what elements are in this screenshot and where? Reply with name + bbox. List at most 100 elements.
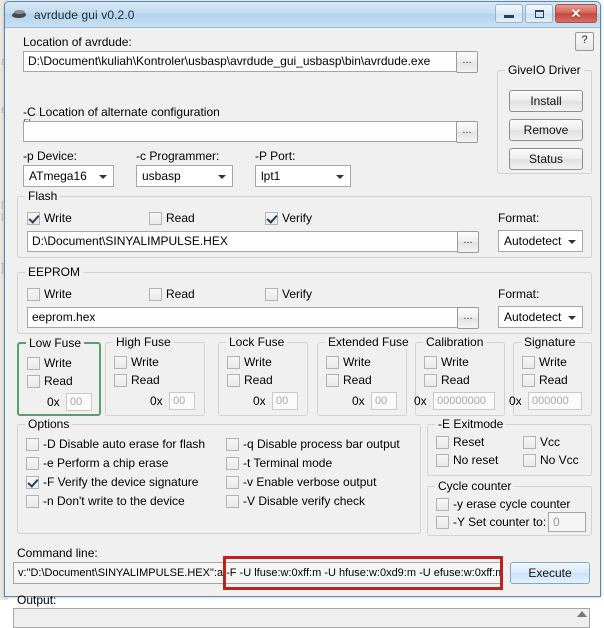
exitmode-no-vcc-label: No Vcc bbox=[540, 453, 579, 467]
checkbox-icon bbox=[27, 356, 40, 370]
fuse-read-checkbox[interactable]: Read bbox=[424, 373, 470, 387]
execute-button[interactable]: Execute bbox=[510, 562, 590, 584]
fuse-group-title: Extended Fuse bbox=[325, 335, 412, 349]
fuse-write-checkbox[interactable]: Write bbox=[522, 355, 567, 369]
fuse-group-extended-fuse: Extended Fuse Write Read 0x 00 bbox=[317, 335, 412, 416]
fuse-write-checkbox[interactable]: Write bbox=[326, 355, 371, 369]
maximize-button[interactable] bbox=[525, 4, 553, 23]
fuse-group-low-fuse: Low Fuse Write Read 0x 00 bbox=[17, 336, 101, 416]
eeprom-format-combo[interactable]: Autodetect bbox=[498, 306, 583, 328]
checkbox-icon bbox=[26, 437, 39, 451]
fuse-read-checkbox[interactable]: Read bbox=[326, 373, 372, 387]
fuse-value-input[interactable]: 000000 bbox=[528, 392, 582, 410]
output-textarea[interactable] bbox=[13, 608, 590, 628]
fuse-group-lock-fuse: Lock Fuse Write Read 0x 00 bbox=[218, 335, 308, 416]
config-location-input[interactable] bbox=[23, 121, 458, 142]
eeprom-verify-checkbox[interactable]: Verify bbox=[265, 287, 312, 301]
fuse-write-checkbox[interactable]: Write bbox=[424, 355, 469, 369]
option-checkbox-left-0[interactable]: -D Disable auto erase for flash bbox=[26, 437, 205, 451]
fuse-read-label: Read bbox=[343, 373, 372, 387]
exitmode-no-vcc-checkbox[interactable]: No Vcc bbox=[523, 453, 579, 467]
giveio-driver-group: GiveIO Driver Install Remove Status bbox=[497, 63, 592, 174]
flash-file-browse-button[interactable]: ... bbox=[457, 231, 479, 253]
option-checkbox-left-3[interactable]: -n Don't write to the device bbox=[26, 494, 185, 508]
chevron-down-icon bbox=[218, 175, 226, 179]
eeprom-file-browse-button[interactable]: ... bbox=[457, 307, 479, 329]
cycle-erase-checkbox[interactable]: -y erase cycle counter bbox=[436, 497, 570, 511]
checkbox-icon bbox=[436, 435, 449, 449]
eeprom-verify-label: Verify bbox=[282, 287, 313, 301]
chevron-down-icon bbox=[99, 175, 107, 179]
fuse-value-input[interactable]: 00000000 bbox=[433, 392, 495, 410]
fuse-read-checkbox[interactable]: Read bbox=[114, 373, 160, 387]
checkbox-icon bbox=[265, 287, 278, 301]
remove-button[interactable]: Remove bbox=[509, 119, 583, 141]
option-label: -v Enable verbose output bbox=[243, 475, 377, 489]
cycle-set-label: -Y Set counter to: bbox=[453, 515, 547, 529]
avrdude-location-browse-button[interactable]: ... bbox=[456, 51, 478, 73]
exitmode-reset-checkbox[interactable]: Reset bbox=[436, 435, 484, 449]
fuse-read-checkbox[interactable]: Read bbox=[27, 374, 73, 388]
exitmode-no-reset-checkbox[interactable]: No reset bbox=[436, 453, 498, 467]
help-button[interactable]: ? bbox=[575, 32, 594, 51]
exitmode-vcc-label: Vcc bbox=[540, 435, 561, 449]
option-checkbox-left-1[interactable]: -e Perform a chip erase bbox=[26, 456, 168, 470]
programmer-combo[interactable]: usbasp bbox=[136, 165, 233, 187]
options-group: Options -D Disable auto erase for flash -… bbox=[17, 417, 421, 534]
cycle-counter-group: Cycle counter -y erase cycle counter -Y … bbox=[427, 479, 592, 536]
option-checkbox-left-2[interactable]: -F Verify the device signature bbox=[26, 475, 198, 489]
fuse-value-input[interactable]: 00 bbox=[371, 392, 397, 410]
flash-file-input[interactable]: D:\Document\SINYALIMPULSE.HEX bbox=[27, 231, 459, 252]
fuse-value-input[interactable]: 00 bbox=[169, 392, 195, 410]
fuse-group-title: High Fuse bbox=[113, 335, 174, 349]
cycle-counter-title: Cycle counter bbox=[435, 479, 515, 493]
port-combo[interactable]: lpt1 bbox=[255, 165, 351, 187]
fuse-read-checkbox[interactable]: Read bbox=[227, 373, 273, 387]
fuse-write-checkbox[interactable]: Write bbox=[27, 356, 72, 370]
flash-write-checkbox[interactable]: Write bbox=[27, 211, 72, 225]
output-label: Output: bbox=[17, 593, 57, 607]
fuse-group-high-fuse: High Fuse Write Read 0x 00 bbox=[105, 335, 205, 416]
option-label: -F Verify the device signature bbox=[43, 475, 199, 489]
flash-read-checkbox[interactable]: Read bbox=[149, 211, 195, 225]
fuse-write-label: Write bbox=[343, 355, 371, 369]
exitmode-vcc-checkbox[interactable]: Vcc bbox=[523, 435, 560, 449]
minimize-button[interactable] bbox=[495, 4, 523, 23]
config-location-browse-button[interactable]: ... bbox=[456, 121, 478, 143]
fuse-read-checkbox[interactable]: Read bbox=[522, 373, 568, 387]
chevron-down-icon bbox=[568, 316, 576, 320]
option-checkbox-right-3[interactable]: -V Disable verify check bbox=[226, 494, 365, 508]
close-button[interactable]: ✕ bbox=[555, 4, 597, 23]
command-line-input[interactable]: v:"D:\Document\SINYALIMPULSE.HEX":a -F -… bbox=[13, 562, 503, 584]
scroll-up-arrow-icon[interactable] bbox=[577, 611, 587, 617]
fuse-group-signature: Signature Write Read 0x 000000 bbox=[509, 335, 592, 416]
fuse-value-input[interactable]: 00 bbox=[272, 392, 298, 410]
eeprom-file-input[interactable]: eeprom.hex bbox=[27, 307, 459, 328]
eeprom-group: EEPROM Write Read Verify eeprom.hex ... … bbox=[17, 265, 592, 334]
cycle-set-checkbox[interactable]: -Y Set counter to: bbox=[436, 515, 546, 529]
checkbox-icon bbox=[149, 211, 162, 225]
avrdude-location-input[interactable]: D:\Document\kuliah\Kontroler\usbasp\avrd… bbox=[23, 51, 458, 72]
option-label: -e Perform a chip erase bbox=[43, 456, 169, 470]
option-checkbox-right-2[interactable]: -v Enable verbose output bbox=[226, 475, 376, 489]
fuse-write-checkbox[interactable]: Write bbox=[114, 355, 159, 369]
fuse-group-calibration: Calibration Write Read 0x 00000000 bbox=[414, 335, 505, 416]
checkbox-icon bbox=[326, 373, 339, 387]
fuse-value-input[interactable]: 00 bbox=[66, 393, 92, 411]
eeprom-read-label: Read bbox=[166, 287, 195, 301]
cycle-counter-value-input[interactable]: 0 bbox=[548, 512, 586, 532]
option-checkbox-right-1[interactable]: -t Terminal mode bbox=[226, 456, 332, 470]
device-combo[interactable]: ATmega16 bbox=[23, 165, 114, 187]
device-label: -p Device: bbox=[23, 149, 78, 163]
eeprom-read-checkbox[interactable]: Read bbox=[149, 287, 195, 301]
status-button[interactable]: Status bbox=[509, 148, 583, 170]
fuse-group-title: Calibration bbox=[423, 335, 487, 349]
option-checkbox-right-0[interactable]: -q Disable process bar output bbox=[226, 437, 400, 451]
eeprom-write-checkbox[interactable]: Write bbox=[27, 287, 72, 301]
flash-format-combo[interactable]: Autodetect bbox=[498, 230, 583, 252]
flash-verify-checkbox[interactable]: Verify bbox=[265, 211, 312, 225]
exitmode-group: -E Exitmode Reset No reset Vcc No Vcc bbox=[427, 417, 592, 476]
install-button[interactable]: Install bbox=[509, 90, 583, 112]
fuse-prefix-label: 0x bbox=[352, 394, 365, 408]
fuse-write-checkbox[interactable]: Write bbox=[227, 355, 272, 369]
